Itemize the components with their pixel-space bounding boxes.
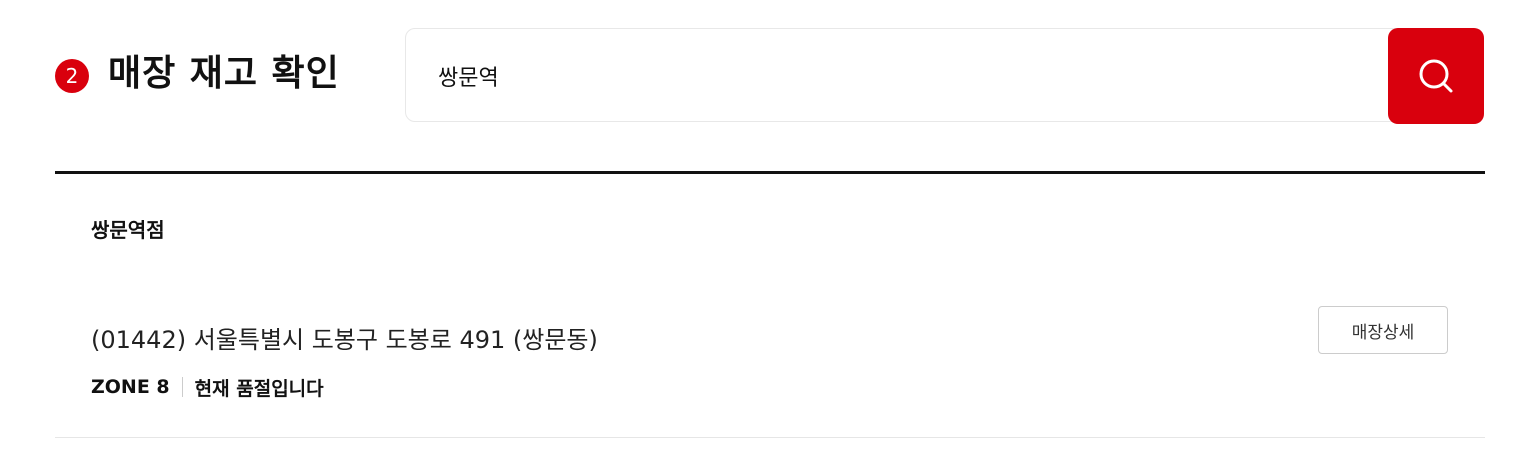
store-detail-button[interactable]: 매장상세 [1318,306,1448,354]
search-button[interactable] [1388,28,1484,124]
separator [181,377,183,397]
store-stock-header: 2 매장 재고 확인 [55,28,1485,124]
store-search-input[interactable] [438,57,1338,95]
row-divider [55,437,1485,438]
section-title: 매장 재고 확인 [108,53,340,94]
section-divider [55,171,1485,174]
zone-label: ZONE 8 [91,376,170,398]
store-address: (01442) 서울특별시 도봉구 도봉로 491 (쌍문동) [91,326,598,354]
search-icon [1419,59,1453,93]
store-stock-page: 2 매장 재고 확인 쌍문역점 (01442) 서울특별시 도봉구 도봉로 49… [0,0,1539,467]
stock-status-line: ZONE 8 현재 품절입니다 [91,372,324,402]
store-name: 쌍문역점 [91,218,165,242]
store-search-box [405,28,1484,122]
step-number-badge: 2 [55,59,89,93]
stock-status: 현재 품절입니다 [194,377,324,400]
